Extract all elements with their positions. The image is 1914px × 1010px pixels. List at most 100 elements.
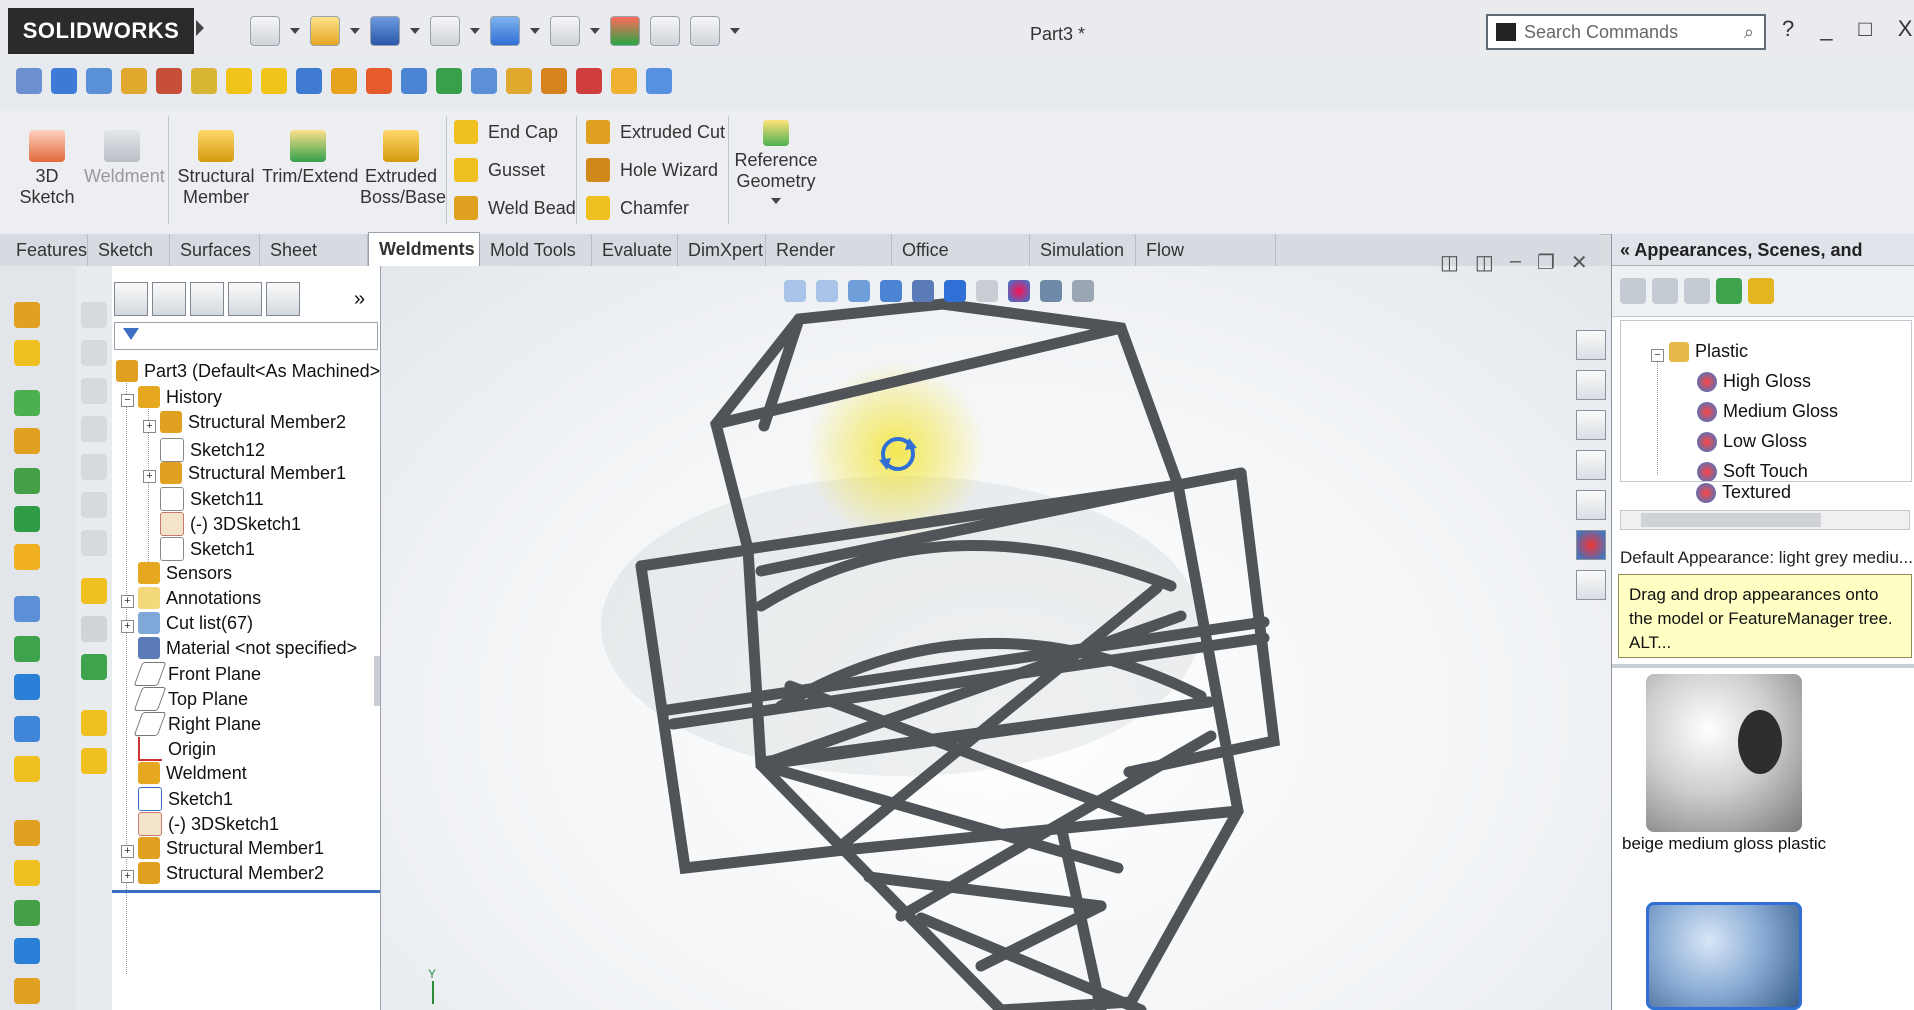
convert-tool-icon[interactable] — [81, 654, 107, 680]
select-dropdown-icon[interactable] — [590, 28, 600, 34]
print-dropdown-icon[interactable] — [470, 28, 480, 34]
zebra-icon[interactable] — [471, 68, 497, 94]
tree-item[interactable]: Structural Member1 — [138, 837, 324, 859]
scrollbar-thumb[interactable] — [1641, 513, 1821, 527]
tree-item[interactable]: Material <not specified> — [138, 637, 357, 659]
minimize-button[interactable]: _ — [1820, 16, 1832, 42]
tree-item[interactable]: (-) 3DSketch1 — [138, 812, 279, 836]
file-explorer-tab-icon[interactable] — [1576, 410, 1606, 440]
section-view-icon[interactable] — [880, 280, 902, 302]
refresh-icon[interactable] — [1716, 278, 1742, 304]
appearances-tab-icon[interactable] — [1576, 530, 1606, 560]
measure-tool-icon[interactable] — [14, 978, 40, 1004]
dimxpert-manager-tab-icon[interactable] — [228, 282, 262, 316]
symmetry-icon[interactable] — [401, 68, 427, 94]
restore-view-icon[interactable]: ❐ — [1537, 250, 1555, 275]
3d-sketch-button[interactable]: 3D Sketch — [14, 130, 80, 208]
blue-plastic-swatch[interactable] — [1646, 902, 1802, 1010]
tab-render-tools[interactable]: Render Tools — [766, 234, 892, 292]
helix-tool-icon[interactable] — [14, 938, 40, 964]
pattern-tool-icon[interactable] — [14, 596, 40, 622]
tree-item[interactable]: Weldment — [138, 762, 247, 784]
tree-item[interactable]: Cut list(67) — [138, 612, 253, 634]
appearance-folder[interactable]: High Gloss — [1697, 371, 1811, 392]
appearance-folder[interactable]: Plastic — [1669, 341, 1748, 362]
tree-item[interactable]: Structural Member2 — [160, 411, 346, 433]
more-tabs-icon[interactable]: » — [354, 288, 365, 311]
compare-icon[interactable] — [576, 68, 602, 94]
tab-evaluate[interactable]: Evaluate — [592, 234, 678, 266]
extruded-cut-button[interactable]: Extruded Cut — [586, 120, 725, 144]
draft-analysis-icon[interactable] — [331, 68, 357, 94]
boundary-tool-icon[interactable] — [14, 506, 40, 532]
mass-properties-icon[interactable] — [121, 68, 147, 94]
add-folder-icon[interactable] — [1684, 278, 1710, 304]
tree-item[interactable]: Structural Member2 — [138, 862, 324, 884]
fillet-tool-icon[interactable] — [14, 544, 40, 570]
sweep-tool-icon[interactable] — [14, 468, 40, 494]
reference-geometry-dropdown-icon[interactable] — [771, 198, 781, 204]
chamfer-button[interactable]: Chamfer — [586, 196, 689, 220]
logo-arrow-icon[interactable] — [196, 20, 204, 36]
tree-item[interactable]: Sketch12 — [160, 438, 265, 462]
hole-wizard-button[interactable]: Hole Wizard — [586, 158, 718, 182]
tree-item[interactable]: Sensors — [138, 562, 232, 584]
loft-tool-icon[interactable] — [14, 428, 40, 454]
deviation-icon[interactable] — [506, 68, 532, 94]
print-icon[interactable] — [430, 16, 460, 46]
view-box-icon[interactable] — [81, 492, 107, 518]
weldment-frame-model[interactable]: Y — [381, 266, 1611, 1010]
appearance-folder[interactable]: Low Gloss — [1697, 431, 1807, 452]
tab-dimxpert[interactable]: DimXpert — [678, 234, 766, 266]
tab-surfaces[interactable]: Surfaces — [170, 234, 260, 266]
extruded-boss-button[interactable]: Extruded Boss/Base — [360, 130, 446, 208]
curvature-icon[interactable] — [436, 68, 462, 94]
tree-item[interactable]: Sketch1 — [138, 787, 233, 811]
tab-office-products[interactable]: Office Products — [892, 234, 1030, 292]
beige-plastic-swatch[interactable] — [1646, 674, 1802, 832]
feature-manager-tab-icon[interactable] — [114, 282, 148, 316]
horizontal-scrollbar[interactable] — [1620, 510, 1910, 530]
tab-sheet-metal[interactable]: Sheet Metal — [260, 234, 368, 292]
weld-bead-tool-icon[interactable] — [81, 710, 107, 736]
extrude-tool-icon[interactable] — [14, 340, 40, 366]
tree-item[interactable]: Top Plane — [133, 687, 248, 711]
tree-item[interactable]: Right Plane — [133, 712, 261, 736]
open-folder-icon[interactable] — [310, 16, 340, 46]
folder-icon[interactable] — [1652, 278, 1678, 304]
solidworks-logo[interactable]: SOLIDWORKS — [8, 8, 194, 54]
view-box-icon[interactable] — [81, 454, 107, 480]
edit-appearance-icon[interactable] — [1008, 280, 1030, 302]
mirror-tool-icon[interactable] — [14, 636, 40, 662]
tree-item[interactable]: Annotations — [138, 587, 261, 609]
tree-item[interactable]: History — [138, 386, 222, 408]
open-dropdown-icon[interactable] — [350, 28, 360, 34]
revolve-tool-icon[interactable] — [14, 390, 40, 416]
help-icon[interactable]: ? — [1782, 16, 1794, 42]
up-folder-icon[interactable] — [1748, 278, 1774, 304]
sketch-tool-icon[interactable] — [14, 302, 40, 328]
tree-item[interactable]: (-) 3DSketch1 — [160, 512, 301, 536]
cut-list-tool-icon[interactable] — [14, 860, 40, 886]
rebuild-icon[interactable] — [610, 16, 640, 46]
rollback-bar[interactable] — [112, 890, 380, 893]
options-icon[interactable] — [690, 16, 720, 46]
end-cap-button[interactable]: End Cap — [454, 120, 558, 144]
tree-item[interactable]: Structural Member1 — [160, 462, 346, 484]
split-horizontal-icon[interactable]: ◫ — [1475, 250, 1494, 275]
gusset-button[interactable]: Gusset — [454, 158, 545, 182]
collapse-toggle[interactable]: − — [1651, 349, 1664, 362]
expand-toggle[interactable]: + — [143, 420, 156, 433]
tree-item[interactable]: Sketch1 — [160, 537, 255, 561]
pane-splitter[interactable] — [1612, 664, 1914, 668]
minimize-view-icon[interactable]: – — [1510, 250, 1521, 275]
undo-icon[interactable] — [490, 16, 520, 46]
save-dropdown-icon[interactable] — [410, 28, 420, 34]
equations-icon[interactable] — [296, 68, 322, 94]
hole-tool-icon[interactable] — [14, 756, 40, 782]
section-icon[interactable] — [86, 68, 112, 94]
spell-check-icon[interactable] — [16, 68, 42, 94]
tab-flow-simulation[interactable]: Flow Simulation — [1136, 234, 1276, 292]
expand-toggle[interactable]: + — [121, 845, 134, 858]
reference-axis-icon[interactable] — [14, 716, 40, 742]
